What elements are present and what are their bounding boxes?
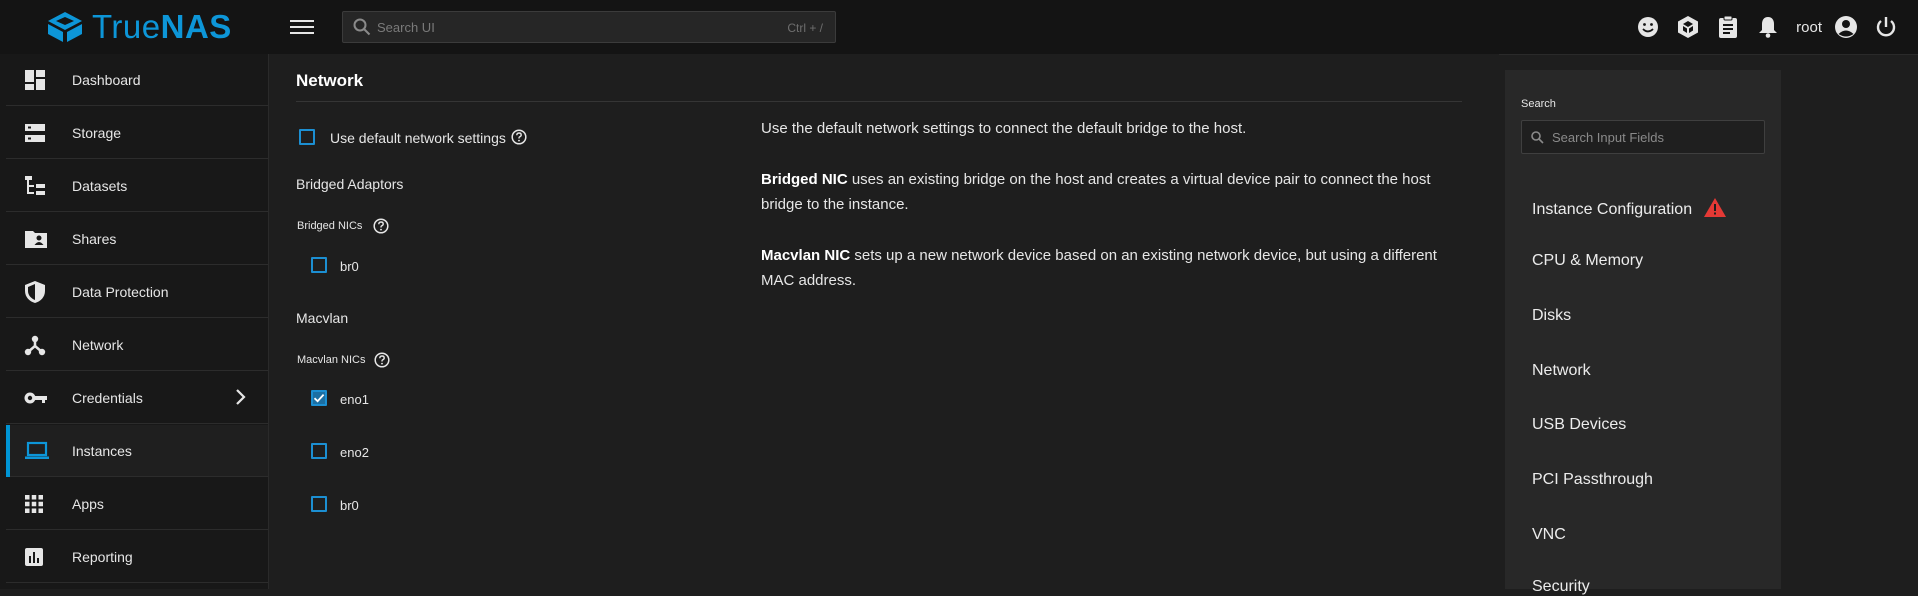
bridged-nic-br0-checkbox[interactable] [311, 257, 327, 273]
top-bar: TrueNAS Search UI Ctrl + / root [0, 0, 1918, 55]
section-link-disks[interactable]: Disks [1532, 307, 1571, 325]
sidebar-item-label: Shares [72, 230, 117, 247]
bridged-nic-br0-label[interactable]: br0 [340, 259, 359, 274]
datasets-icon [24, 172, 64, 200]
sidebar-item-storage[interactable]: Storage [6, 107, 268, 159]
chevron-right-icon [236, 389, 246, 405]
search-icon [1531, 131, 1544, 144]
power-button[interactable] [1866, 7, 1906, 47]
key-icon [24, 384, 64, 412]
sidebar-item-instances[interactable]: Instances [6, 425, 268, 477]
sidebar-item-shares[interactable]: Shares [6, 213, 268, 265]
help-icon[interactable] [511, 129, 527, 145]
section-link-vnc[interactable]: VNC [1532, 526, 1566, 544]
sidebar-item-datasets[interactable]: Datasets [6, 160, 268, 212]
sidebar-item-label: Network [72, 336, 124, 353]
power-icon [1876, 17, 1896, 37]
section-link-security[interactable]: Security [1532, 578, 1590, 596]
bridged-adaptors-heading: Bridged Adaptors [296, 176, 404, 192]
logo-text: TrueNAS [92, 8, 232, 45]
apps-grid-icon [24, 490, 64, 518]
top-actions: root [1628, 0, 1918, 54]
section-search-label: Search [1521, 98, 1556, 110]
description-bridged-term: Bridged NIC [761, 171, 848, 188]
network-icon [24, 331, 64, 359]
macvlan-nic-br0-label[interactable]: br0 [340, 498, 359, 513]
global-search-input[interactable]: Search UI Ctrl + / [342, 11, 836, 43]
dashboard-icon [24, 66, 64, 94]
description-bridged-text: uses an existing bridge on the host and … [761, 171, 1431, 213]
sidebar-item-label: Datasets [72, 177, 128, 194]
sidebar: Dashboard Storage Datasets Shares Data P… [0, 54, 269, 589]
warning-icon [1703, 198, 1726, 217]
sidebar-item-credentials[interactable]: Credentials [6, 372, 268, 424]
clipboard-icon [1719, 15, 1738, 38]
bell-icon [1759, 17, 1778, 38]
truenas-logo[interactable]: TrueNAS [46, 8, 232, 45]
notifications-button[interactable] [1748, 7, 1788, 47]
macvlan-nic-eno1-label[interactable]: eno1 [340, 392, 369, 407]
jobs-button[interactable] [1708, 7, 1748, 47]
macvlan-nic-eno1-checkbox[interactable] [311, 390, 327, 406]
sidebar-item-label: Credentials [72, 389, 143, 406]
bridged-nics-label: Bridged NICs [297, 220, 363, 232]
feedback-button[interactable] [1628, 7, 1668, 47]
description-macvlan-text: sets up a new network device based on an… [761, 247, 1437, 289]
username-label[interactable]: root [1796, 19, 1822, 36]
sidebar-item-network[interactable]: Network [6, 319, 268, 371]
macvlan-nics-label: Macvlan NICs [297, 354, 366, 366]
help-icon[interactable] [373, 218, 389, 234]
page-title: Network [296, 71, 364, 90]
macvlan-nic-br0-checkbox[interactable] [311, 496, 327, 512]
section-search-placeholder: Search Input Fields [1552, 130, 1665, 145]
shares-icon [24, 225, 64, 253]
search-icon [353, 18, 371, 36]
section-link-pci-passthrough[interactable]: PCI Passthrough [1532, 471, 1653, 489]
reporting-icon [24, 543, 64, 571]
main-content: Network Use default network settings Bri… [269, 54, 1499, 589]
section-link-cpu-memory[interactable]: CPU & Memory [1532, 252, 1643, 270]
default-network-checkbox[interactable] [299, 129, 315, 145]
account-circle-icon [1835, 16, 1857, 38]
default-network-label[interactable]: Use default network settings [330, 130, 506, 146]
description-default: Use the default network settings to conn… [761, 120, 1247, 137]
description-macvlan: Macvlan NIC sets up a new network device… [761, 243, 1461, 293]
smiley-icon [1638, 17, 1659, 37]
section-link-instance-configuration[interactable]: Instance Configuration [1532, 197, 1727, 219]
search-shortcut: Ctrl + / [787, 21, 823, 35]
sidebar-item-label: Data Protection [72, 283, 169, 300]
user-menu-button[interactable] [1826, 7, 1866, 47]
description-macvlan-term: Macvlan NIC [761, 247, 851, 264]
description-bridged: Bridged NIC uses an existing bridge on t… [761, 167, 1461, 217]
truecommand-button[interactable] [1668, 7, 1708, 47]
shield-icon [24, 278, 64, 306]
sidebar-item-label: Instances [72, 442, 132, 459]
sidebar-item-label: Dashboard [72, 71, 141, 88]
sidebar-item-label: Storage [72, 124, 122, 141]
section-navigator: Search Search Input Fields Instance Conf… [1505, 70, 1781, 595]
sidebar-item-label: Reporting [72, 548, 133, 565]
section-link-usb-devices[interactable]: USB Devices [1532, 416, 1626, 434]
section-link-network[interactable]: Network [1532, 362, 1591, 380]
macvlan-nic-eno2-checkbox[interactable] [311, 443, 327, 459]
sidebar-item-reporting[interactable]: Reporting [6, 531, 268, 583]
truecommand-icon [1678, 16, 1699, 38]
sidebar-item-label: Apps [72, 495, 104, 512]
checkmark-icon [313, 393, 325, 403]
sidebar-item-data-protection[interactable]: Data Protection [6, 266, 268, 318]
section-search-input[interactable]: Search Input Fields [1521, 120, 1765, 154]
menu-toggle-button[interactable] [290, 16, 314, 38]
search-placeholder: Search UI [377, 20, 435, 35]
storage-icon [24, 119, 64, 147]
laptop-icon [24, 437, 64, 465]
macvlan-heading: Macvlan [296, 310, 349, 326]
title-divider [296, 101, 1462, 102]
help-icon[interactable] [374, 352, 390, 368]
sidebar-item-dashboard[interactable]: Dashboard [6, 54, 268, 106]
truenas-logo-icon [48, 12, 82, 42]
sidebar-item-apps[interactable]: Apps [6, 478, 268, 530]
macvlan-nic-eno2-label[interactable]: eno2 [340, 445, 369, 460]
